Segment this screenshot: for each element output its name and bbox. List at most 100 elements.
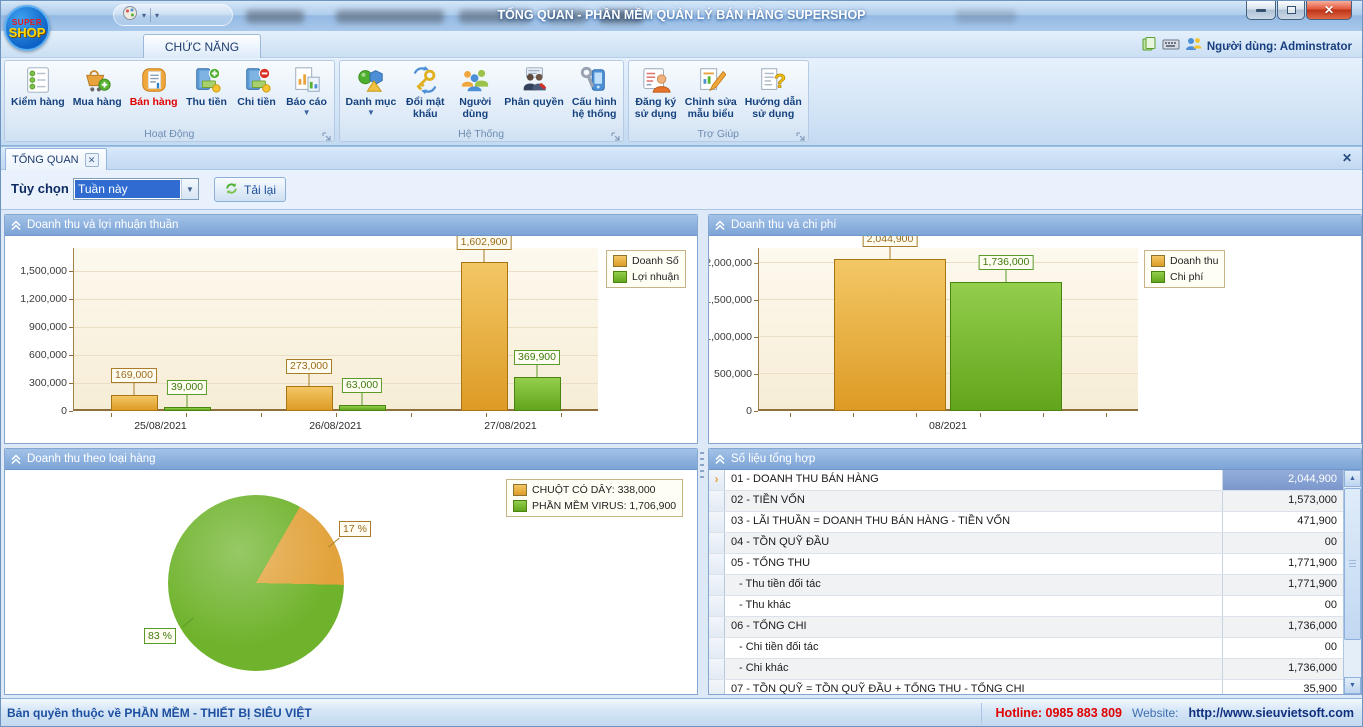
period-select[interactable]: Tuần này ▼ [73, 178, 199, 200]
website-link[interactable]: http://www.sieuvietsoft.com [1188, 706, 1354, 720]
ribbon-button-config[interactable]: Cấu hìnhhệ thống [569, 62, 620, 120]
ribbon-button-cart[interactable]: Mua hàng [70, 62, 125, 108]
row-value[interactable]: 00 [1222, 533, 1343, 553]
ribbon-button-register[interactable]: Đăng kýsử dụng [632, 62, 680, 120]
row-value[interactable]: 1,771,900 [1222, 554, 1343, 574]
table-row[interactable]: - Thu khác00 [709, 596, 1343, 617]
table-row[interactable]: 07 - TỒN QUỸ = TỒN QUỸ ĐẦU + TỔNG THU - … [709, 680, 1343, 694]
x-axis-tick-mark [186, 413, 187, 417]
notes-icon[interactable] [1141, 36, 1157, 57]
table-row[interactable]: - Chi khác1,736,000 [709, 659, 1343, 680]
ribbon-group-title: Hoạt Động [5, 127, 334, 141]
svg-text:?: ? [774, 71, 786, 93]
tab-chuc-nang[interactable]: CHỨC NĂNG [143, 34, 261, 58]
keyboard-icon[interactable] [1162, 36, 1180, 57]
close-button[interactable]: ✕ [1306, 1, 1352, 20]
chart-revenue-cost: 0500,0001,000,0001,500,0002,000,00008/20… [709, 236, 1361, 443]
table-row[interactable]: 05 - TỔNG THU1,771,900 [709, 554, 1343, 575]
ribbon-button-checklist[interactable]: Kiểm hàng [8, 62, 68, 108]
ribbon-button-label: Đổi mậtkhẩu [406, 96, 445, 120]
panel-summary-header[interactable]: Số liệu tổng hợp [709, 449, 1361, 470]
collapse-icon[interactable] [715, 220, 725, 231]
scroll-up-icon[interactable]: ▲ [1344, 470, 1361, 487]
panel-splitter[interactable] [700, 452, 704, 480]
panel-revenue-cost-header[interactable]: Doanh thu và chi phí [709, 215, 1361, 236]
row-value[interactable]: 35,900 [1222, 680, 1343, 694]
dropdown-arrow-icon[interactable]: ▼ [367, 109, 375, 116]
row-value[interactable]: 471,900 [1222, 512, 1343, 532]
y-axis-tick-mark [754, 337, 758, 338]
reload-button[interactable]: Tải lại [214, 177, 286, 202]
ribbon-button-label: Thu tiền [186, 96, 227, 108]
collapse-icon[interactable] [715, 454, 725, 465]
bar-value-label: 369,900 [514, 350, 560, 365]
ribbon-button-label: Danh mục [346, 96, 397, 108]
collapse-icon[interactable] [11, 454, 21, 465]
dashboard: Doanh thu và lợi nhuận thuần 0300,000600… [1, 210, 1362, 699]
bar-orange [286, 386, 333, 411]
ribbon-button-receipt[interactable]: Bán hàng [127, 62, 181, 108]
window-title: TỔNG QUAN - PHẦN MỀM QUẢN LÝ BÁN HÀNG SU… [1, 8, 1362, 22]
ribbon-button-permissions[interactable]: Phân quyền [501, 62, 567, 108]
row-value[interactable]: 00 [1222, 596, 1343, 616]
ribbon-button-key[interactable]: Đổi mậtkhẩu [401, 62, 449, 120]
x-axis-tick-mark [916, 413, 917, 417]
dialog-launcher-icon[interactable] [322, 129, 332, 139]
ribbon-button-label: Mua hàng [73, 96, 122, 108]
table-row[interactable]: ›01 - DOANH THU BÁN HÀNG2,044,900 [709, 470, 1343, 491]
reload-button-label: Tải lại [244, 183, 276, 197]
table-row[interactable]: 06 - TỔNG CHI1,736,000 [709, 617, 1343, 638]
ribbon-button-edit-template[interactable]: Chỉnh sửamẫu biểu [682, 62, 740, 120]
row-value[interactable]: 00 [1222, 638, 1343, 658]
restore-button[interactable] [1277, 1, 1305, 20]
ribbon-button-users[interactable]: Ngườidùng [451, 62, 499, 120]
y-axis-tick-mark [754, 374, 758, 375]
legend-swatch-orange [613, 255, 627, 267]
panel-revenue-profit-header[interactable]: Doanh thu và lợi nhuận thuần [5, 215, 697, 236]
table-scrollbar[interactable]: ▲ ▼ [1343, 470, 1361, 694]
legend-swatch-orange [513, 484, 527, 496]
y-axis-tick-mark [754, 300, 758, 301]
combo-dropdown-icon[interactable]: ▼ [181, 179, 198, 199]
row-value[interactable]: 2,044,900 [1222, 470, 1343, 490]
website-label: Website: [1132, 706, 1178, 720]
close-page-icon[interactable]: ✕ [1342, 151, 1352, 165]
table-row[interactable]: 02 - TIỀN VỐN1,573,000 [709, 491, 1343, 512]
dialog-launcher-icon[interactable] [796, 129, 806, 139]
callout-leader [187, 395, 188, 407]
dropdown-arrow-icon[interactable]: ▼ [303, 109, 311, 116]
gridline [74, 327, 598, 328]
collapse-icon[interactable] [11, 220, 21, 231]
callout-leader [890, 247, 891, 259]
bar-green [950, 282, 1062, 411]
chart-legend: Doanh thuChi phí [1144, 250, 1225, 288]
table-row[interactable]: - Thu tiền đối tác1,771,900 [709, 575, 1343, 596]
ribbon-button-label: Bán hàng [130, 96, 178, 108]
row-value[interactable]: 1,736,000 [1222, 617, 1343, 637]
ribbon-button-categories[interactable]: Danh mục▼ [343, 62, 400, 116]
table-row[interactable]: - Chi tiền đối tác00 [709, 638, 1343, 659]
tab-tong-quan[interactable]: TỔNG QUAN ✕ [5, 148, 107, 170]
panel-revenue-by-category-header[interactable]: Doanh thu theo loại hàng [5, 449, 697, 470]
ribbon-button-help[interactable]: ?Hướng dẫnsử dụng [742, 62, 805, 120]
scrollbar-thumb[interactable] [1344, 488, 1361, 640]
tab-tong-quan-label: TỔNG QUAN [12, 154, 79, 166]
table-row[interactable]: 03 - LÃI THUẦN = DOANH THU BÁN HÀNG - TI… [709, 512, 1343, 533]
tab-close-icon[interactable]: ✕ [85, 153, 99, 167]
ribbon-button-money-in[interactable]: Thu tiền [183, 62, 231, 108]
row-value[interactable]: 1,573,000 [1222, 491, 1343, 511]
pie-legend: CHUỘT CÓ DÂY: 338,000PHẦN MỀM VIRUS: 1,7… [506, 479, 683, 517]
table-row[interactable]: 04 - TỒN QUỸ ĐẦU00 [709, 533, 1343, 554]
row-value[interactable]: 1,771,900 [1222, 575, 1343, 595]
legend-entry: Doanh Số [613, 255, 679, 267]
y-axis-tick-mark [69, 299, 73, 300]
dialog-launcher-icon[interactable] [611, 129, 621, 139]
legend-label: PHẦN MỀM VIRUS: 1,706,900 [532, 500, 676, 512]
y-axis-tick-label: 1,200,000 [5, 293, 67, 305]
row-value[interactable]: 1,736,000 [1222, 659, 1343, 679]
minimize-button[interactable] [1246, 1, 1276, 20]
ribbon-button-money-out[interactable]: Chi tiền [233, 62, 281, 108]
logo-text-bottom: SHOP [9, 27, 46, 38]
ribbon-button-report[interactable]: Báo cáo▼ [283, 62, 331, 116]
scroll-down-icon[interactable]: ▼ [1344, 677, 1361, 694]
